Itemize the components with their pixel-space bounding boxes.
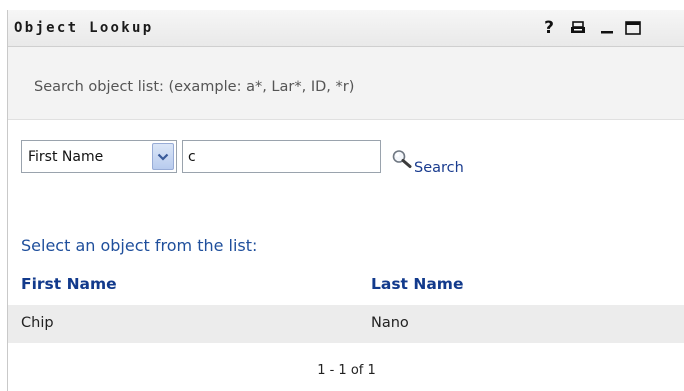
search-button[interactable]: Search xyxy=(391,149,464,176)
search-hint: Search object list: (example: a*, Lar*, … xyxy=(34,79,355,95)
search-hint-band: Search object list: (example: a*, Lar*, … xyxy=(8,47,684,120)
column-header-first-name[interactable]: First Name xyxy=(21,275,117,293)
search-field-select[interactable]: First Name xyxy=(21,140,177,173)
search-field-value: First Name xyxy=(28,149,104,165)
printer-icon[interactable] xyxy=(568,17,588,39)
results-heading: Select an object from the list: xyxy=(21,236,258,255)
column-header-last-name[interactable]: Last Name xyxy=(371,275,463,293)
chevron-down-icon[interactable] xyxy=(152,143,174,170)
pagination-status: 1 - 1 of 1 xyxy=(317,363,376,378)
table-row[interactable]: Chip Nano xyxy=(8,305,684,343)
object-lookup-panel: Object Lookup ? Search object list: (exa… xyxy=(7,10,684,391)
title-bar: Object Lookup ? xyxy=(8,10,684,47)
minimize-icon[interactable] xyxy=(598,17,616,39)
cell-first-name: Chip xyxy=(21,315,54,331)
maximize-icon[interactable] xyxy=(622,17,644,39)
magnifier-icon xyxy=(391,149,413,173)
search-input[interactable] xyxy=(182,140,381,173)
help-icon[interactable]: ? xyxy=(540,17,558,39)
window-title: Object Lookup xyxy=(14,20,154,36)
cell-last-name: Nano xyxy=(371,315,409,331)
search-button-label: Search xyxy=(414,160,464,176)
